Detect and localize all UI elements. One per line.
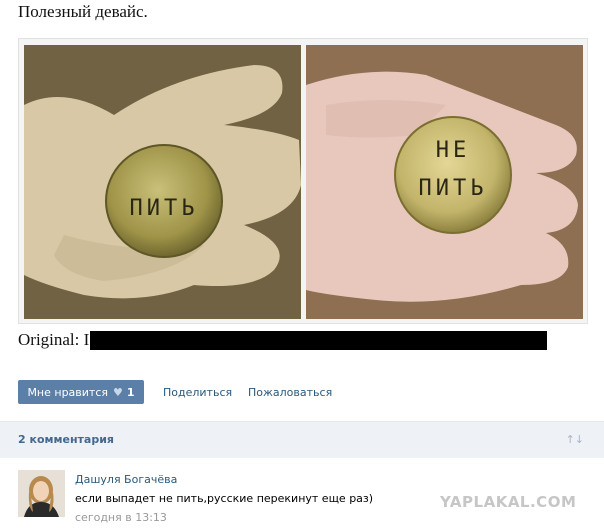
photo-coin-ne-pit[interactable]: НЕ ПИТЬ: [306, 45, 583, 319]
comments-count[interactable]: 2 комментария: [18, 433, 114, 446]
comments-header-bar[interactable]: 2 комментария ↑↓: [0, 421, 604, 458]
original-source-label: Original: I: [18, 330, 90, 349]
comment-text: если выпадет не пить,русские перекинут е…: [75, 492, 374, 505]
avatar[interactable]: [18, 470, 65, 517]
coin-inscription-line-1: НЕ: [436, 138, 471, 163]
like-button[interactable]: Мне нравится ♥ 1: [18, 380, 144, 404]
like-button-label: Мне нравится: [27, 385, 109, 399]
comment-timestamp[interactable]: сегодня в 13:13: [75, 511, 167, 524]
sort-icon[interactable]: ↑↓: [566, 433, 584, 446]
post-title: Полезный девайс.: [18, 2, 148, 21]
photo-coin-pit[interactable]: ПИТЬ: [24, 45, 301, 319]
comment-author[interactable]: Дашуля Богачёва: [75, 473, 177, 486]
report-link[interactable]: Пожаловаться: [248, 386, 332, 399]
like-count: 1: [126, 385, 135, 399]
watermark: YAPLAKAL.COM: [440, 493, 577, 511]
coin-inscription-line-2: ПИТЬ: [419, 176, 488, 201]
post-photo-collage[interactable]: ПИТЬ НЕ ПИТЬ: [18, 38, 588, 324]
redacted-source-link: [90, 331, 547, 350]
coin-inscription: ПИТЬ: [130, 196, 199, 221]
share-link[interactable]: Поделиться: [163, 386, 232, 399]
heart-icon: ♥: [113, 385, 123, 399]
